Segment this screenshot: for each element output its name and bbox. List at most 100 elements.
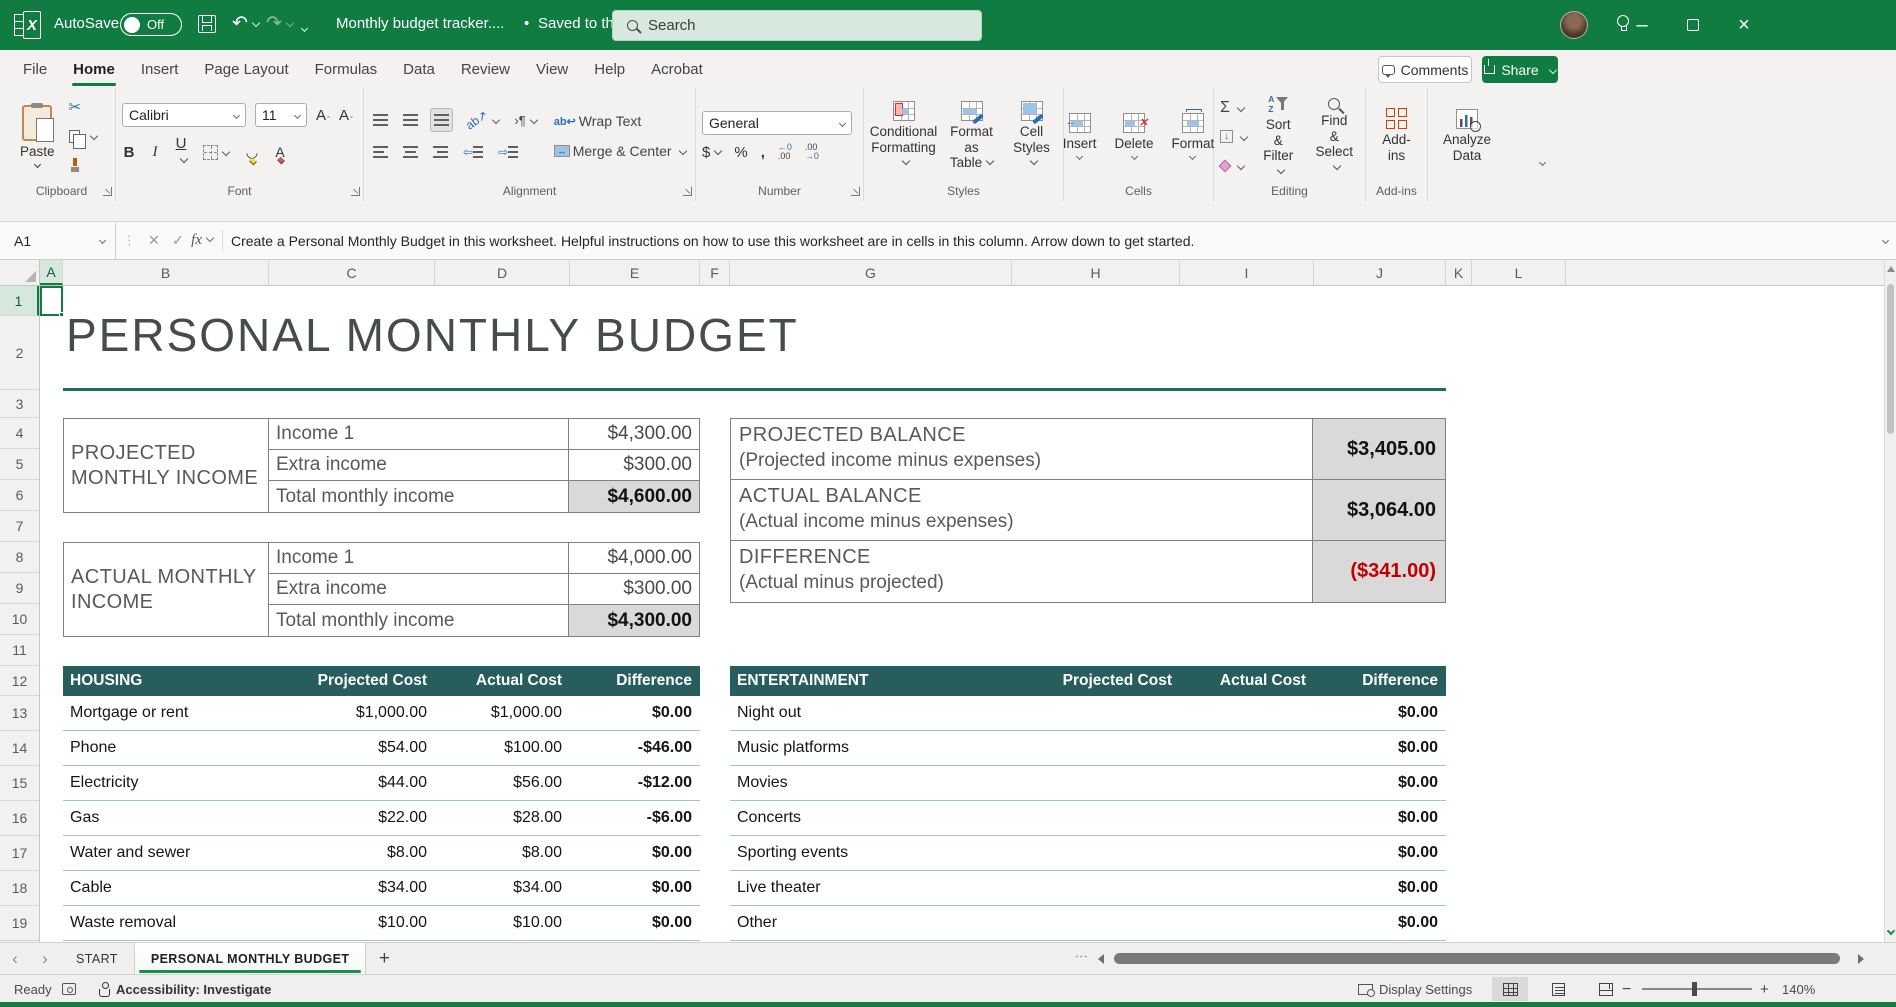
zoom-slider-track[interactable] bbox=[1642, 988, 1752, 990]
row-header[interactable]: 4 bbox=[0, 418, 39, 449]
document-title[interactable]: Monthly budget tracker.... bbox=[336, 15, 504, 32]
zoom-level[interactable]: 140% bbox=[1782, 982, 1815, 997]
row-header[interactable]: 3 bbox=[0, 390, 39, 418]
income-row-label[interactable]: Total monthly income bbox=[269, 481, 569, 512]
row-header[interactable]: 16 bbox=[0, 801, 39, 836]
fill-handle[interactable] bbox=[59, 312, 64, 317]
name-box[interactable]: A1 bbox=[0, 222, 116, 259]
accessibility-status[interactable]: Accessibility: Investigate bbox=[98, 975, 271, 1003]
top-align-button[interactable] bbox=[370, 108, 391, 132]
enter-button[interactable]: ✓ bbox=[166, 232, 190, 249]
sort-filter-button[interactable]: AZ Sort & Filter bbox=[1255, 92, 1301, 181]
decrease-font-size-button[interactable]: Aˇ bbox=[339, 107, 353, 124]
font-size-select[interactable]: 11 bbox=[255, 103, 307, 127]
next-sheet-button[interactable]: › bbox=[30, 943, 60, 974]
expense-difference-cell[interactable]: $0.00 bbox=[1314, 704, 1446, 722]
align-center-button[interactable] bbox=[400, 140, 421, 164]
expense-name-cell[interactable]: Electricity bbox=[63, 774, 269, 792]
income-row-value[interactable]: $300.00 bbox=[569, 574, 699, 604]
entertainment-expense-row[interactable]: Other $0.00 bbox=[730, 906, 1446, 941]
fill-button[interactable]: ↓ bbox=[1220, 126, 1247, 148]
ribbon-tab[interactable]: View bbox=[523, 52, 581, 86]
column-header[interactable]: J bbox=[1314, 260, 1446, 285]
row-header[interactable]: 14 bbox=[0, 731, 39, 766]
close-button[interactable]: × bbox=[1720, 0, 1768, 50]
align-left-button[interactable] bbox=[370, 140, 391, 164]
excel-app-icon[interactable]: X bbox=[14, 11, 42, 39]
vertical-scrollbar[interactable] bbox=[1884, 260, 1896, 942]
horizontal-scroll-thumb[interactable] bbox=[1114, 953, 1840, 964]
italic-button[interactable]: I bbox=[148, 144, 162, 161]
income-row-value[interactable]: $300.00 bbox=[569, 450, 699, 480]
balance-label[interactable]: DIFFERENCE (Actual minus projected) bbox=[731, 541, 1312, 602]
row-header[interactable]: 6 bbox=[0, 480, 39, 511]
format-painter-button[interactable] bbox=[69, 154, 97, 176]
expense-difference-cell[interactable]: $0.00 bbox=[1314, 809, 1446, 827]
expense-name-cell[interactable]: Concerts bbox=[730, 809, 1012, 827]
vertical-scroll-thumb[interactable] bbox=[1887, 284, 1894, 434]
bottom-align-button[interactable] bbox=[430, 108, 453, 132]
scrollbar-grip[interactable]: ⋮ bbox=[1074, 950, 1089, 964]
expense-name-cell[interactable]: Movies bbox=[730, 774, 1012, 792]
balance-row[interactable]: DIFFERENCE (Actual minus projected) ($34… bbox=[731, 541, 1445, 602]
expense-difference-cell[interactable]: $0.00 bbox=[1314, 774, 1446, 792]
increase-font-size-button[interactable]: Aˆ bbox=[316, 107, 330, 124]
autosum-button[interactable]: Σ bbox=[1220, 97, 1247, 119]
page-layout-view-button[interactable] bbox=[1540, 977, 1576, 1001]
accounting-format-button[interactable]: $ bbox=[702, 144, 721, 161]
row-header[interactable]: 10 bbox=[0, 604, 39, 635]
redo-button[interactable]: ↷ bbox=[266, 12, 293, 36]
conditional-formatting-button[interactable]: Conditional Formatting bbox=[871, 99, 937, 173]
decrease-indent-button[interactable]: ⇦ bbox=[460, 140, 486, 164]
expense-actual-cell[interactable]: $10.00 bbox=[435, 914, 570, 932]
ribbon-tab[interactable]: Data bbox=[390, 52, 448, 86]
scroll-right-icon[interactable] bbox=[1858, 954, 1864, 964]
display-settings-button[interactable]: Display Settings bbox=[1358, 975, 1472, 1003]
expense-name-cell[interactable]: Night out bbox=[730, 704, 1012, 722]
expense-difference-cell[interactable]: -$12.00 bbox=[570, 774, 700, 792]
income-row[interactable]: Income 1 $4,300.00 bbox=[269, 419, 699, 450]
format-cells-button[interactable]: Format bbox=[1166, 111, 1221, 162]
ribbon-tab[interactable]: Formulas bbox=[302, 52, 391, 86]
income-row[interactable]: Income 1 $4,000.00 bbox=[269, 543, 699, 574]
row-header[interactable]: 1 bbox=[0, 286, 39, 316]
housing-expense-row[interactable]: Gas $22.00 $28.00 -$6.00 bbox=[63, 801, 700, 836]
balance-value[interactable]: $3,405.00 bbox=[1312, 419, 1445, 479]
borders-button[interactable] bbox=[200, 140, 232, 164]
select-all-button[interactable] bbox=[0, 260, 40, 286]
column-header[interactable]: K bbox=[1446, 260, 1472, 285]
page-break-view-button[interactable] bbox=[1588, 977, 1624, 1001]
ribbon-tab[interactable]: File bbox=[10, 52, 60, 86]
expense-projected-cell[interactable]: $22.00 bbox=[269, 809, 435, 827]
expense-difference-cell[interactable]: $0.00 bbox=[1314, 914, 1446, 932]
customize-quick-access-button[interactable] bbox=[300, 18, 312, 36]
comma-style-button[interactable]: , bbox=[761, 144, 765, 161]
row-header[interactable]: 18 bbox=[0, 871, 39, 906]
row-header[interactable]: 7 bbox=[0, 511, 39, 542]
expense-difference-cell[interactable]: $0.00 bbox=[570, 844, 700, 862]
cut-button[interactable]: ✂ bbox=[69, 96, 97, 118]
column-header[interactable]: L bbox=[1472, 260, 1566, 285]
income-row-value[interactable]: $4,600.00 bbox=[569, 481, 699, 512]
expense-projected-cell[interactable]: $10.00 bbox=[269, 914, 435, 932]
income-row-label[interactable]: Total monthly income bbox=[269, 605, 569, 636]
row-header[interactable]: 17 bbox=[0, 836, 39, 871]
income-row-label[interactable]: Extra income bbox=[269, 450, 569, 480]
expense-projected-cell[interactable]: $34.00 bbox=[269, 879, 435, 897]
column-header[interactable]: G bbox=[730, 260, 1012, 285]
cell-styles-button[interactable]: Cell Styles bbox=[1007, 99, 1057, 173]
entertainment-expense-row[interactable]: Sporting events $0.00 bbox=[730, 836, 1446, 871]
undo-button[interactable]: ↶ bbox=[232, 12, 259, 36]
decrease-decimal-button[interactable]: .00→0 bbox=[805, 143, 819, 161]
expense-actual-cell[interactable]: $34.00 bbox=[435, 879, 570, 897]
housing-expense-row[interactable]: Electricity $44.00 $56.00 -$12.00 bbox=[63, 766, 700, 801]
income-row-value[interactable]: $4,000.00 bbox=[569, 543, 699, 573]
expense-difference-cell[interactable]: $0.00 bbox=[570, 879, 700, 897]
expense-difference-cell[interactable]: $0.00 bbox=[1314, 879, 1446, 897]
zoom-out-button[interactable]: − bbox=[1622, 981, 1631, 999]
entertainment-expense-row[interactable]: Music platforms $0.00 bbox=[730, 731, 1446, 766]
expense-name-cell[interactable]: Water and sewer bbox=[63, 844, 269, 862]
clipboard-dialog-launcher-icon[interactable] bbox=[103, 187, 112, 196]
expense-name-cell[interactable]: Sporting events bbox=[730, 844, 1012, 862]
income-row[interactable]: Total monthly income $4,300.00 bbox=[269, 605, 699, 636]
